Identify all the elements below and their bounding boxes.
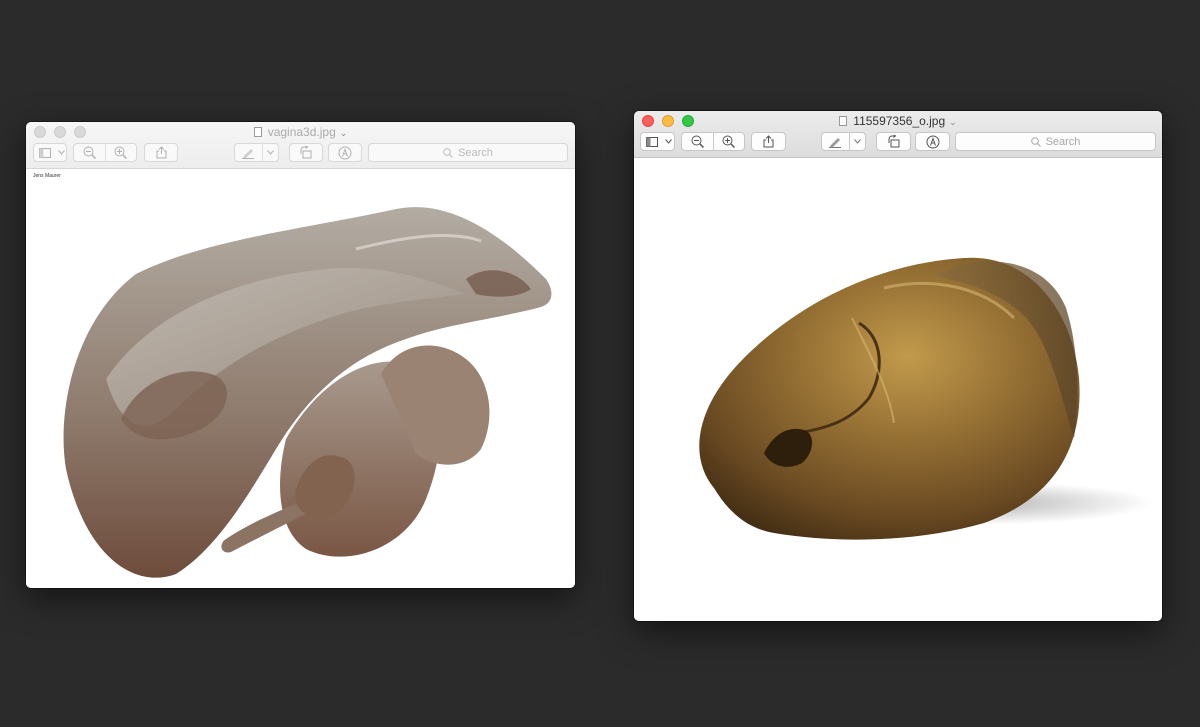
share-icon [763, 135, 774, 148]
rotate-icon [300, 146, 312, 159]
search-field[interactable]: Search [368, 143, 568, 162]
sidebar-view-button[interactable] [640, 132, 675, 151]
sidebar-view-button[interactable] [33, 143, 67, 162]
chevron-down-icon [850, 133, 865, 150]
window-title[interactable]: vagina3d.jpg ⌄ [26, 125, 575, 140]
preview-window-vagina3d: vagina3d.jpg ⌄ Search Jens Maurer [26, 122, 575, 588]
annotate-icon [338, 146, 352, 159]
share-button[interactable] [144, 143, 178, 162]
preview-window-115597356: 115597356_o.jpg ⌄ Search [634, 111, 1162, 621]
annotate-icon [926, 135, 939, 148]
zoom-in-icon [114, 146, 128, 159]
rotate-icon [888, 135, 899, 148]
zoom-out-button[interactable] [74, 144, 105, 161]
zoom-in-button[interactable] [106, 144, 137, 161]
image-canvas: Jens Maurer [26, 169, 575, 588]
annotate-button[interactable] [915, 132, 950, 151]
zoom-control [681, 132, 745, 151]
titlebar[interactable]: vagina3d.jpg ⌄ Search [26, 122, 575, 169]
share-button[interactable] [751, 132, 786, 151]
zoom-in-icon [722, 135, 736, 148]
sidebar-icon [641, 133, 663, 150]
sidebar-icon [34, 144, 56, 161]
chevron-down-icon [56, 144, 66, 161]
markup-button[interactable] [234, 143, 279, 162]
chevron-down-icon: ⌄ [949, 117, 957, 127]
search-icon [443, 147, 453, 158]
rotate-button[interactable] [289, 143, 323, 162]
annotate-button[interactable] [328, 143, 362, 162]
image-canvas [634, 158, 1162, 621]
chevron-down-icon [663, 133, 674, 150]
share-icon [156, 146, 166, 159]
chevron-down-icon: ⌄ [339, 128, 348, 138]
rotate-button[interactable] [876, 132, 911, 151]
document-icon [253, 127, 262, 137]
markup-button[interactable] [821, 132, 866, 151]
search-icon [1030, 136, 1041, 147]
zoom-out-button[interactable] [682, 133, 713, 150]
markup-pen-icon [822, 133, 849, 150]
zoom-out-icon [83, 146, 96, 159]
zoom-control [73, 143, 137, 162]
zoom-out-icon [691, 135, 704, 148]
document-icon [839, 116, 848, 126]
bronze-head-sculpture-image [699, 257, 1154, 540]
titlebar[interactable]: 115597356_o.jpg ⌄ Search [634, 111, 1162, 158]
zoom-in-button[interactable] [714, 133, 745, 150]
window-title[interactable]: 115597356_o.jpg ⌄ [634, 114, 1162, 129]
sculpture-render-image [63, 207, 552, 578]
markup-pen-icon [235, 144, 262, 161]
chevron-down-icon [263, 144, 278, 161]
search-field[interactable]: Search [955, 132, 1156, 151]
